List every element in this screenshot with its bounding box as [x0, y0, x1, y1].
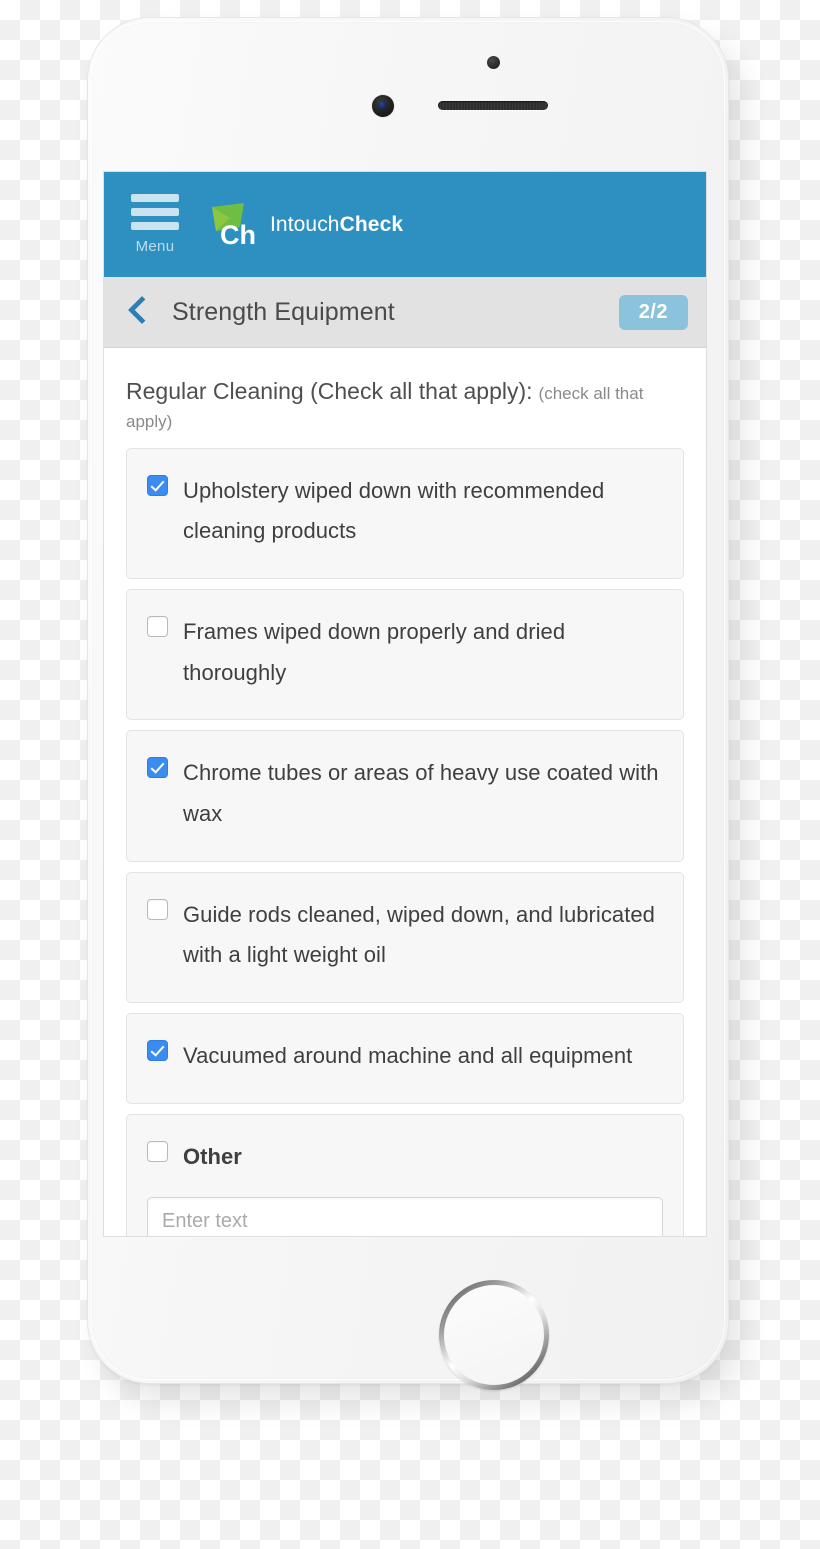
- checkbox-row[interactable]: Chrome tubes or areas of heavy use coate…: [147, 753, 663, 834]
- section-title: Strength Equipment: [172, 297, 395, 326]
- home-button-face: [444, 1285, 544, 1385]
- checkbox-unchecked-icon[interactable]: [147, 898, 168, 920]
- checklist-option-3[interactable]: Chrome tubes or areas of heavy use coate…: [126, 730, 684, 862]
- progress-badge: 2/2: [618, 294, 688, 330]
- earpiece-speaker-grille: [438, 101, 548, 110]
- options-list: Upholstery wiped down with recommended c…: [126, 447, 684, 1236]
- other-text-input[interactable]: [147, 1197, 663, 1236]
- phone-screen: Menu Ch IntouchCheck Strength Equipment …: [104, 172, 706, 1236]
- proximity-sensor-icon: [487, 56, 500, 69]
- checkbox-row[interactable]: Vacuumed around machine and all equipmen…: [147, 1036, 663, 1077]
- option-label: Chrome tubes or areas of heavy use coate…: [183, 760, 659, 826]
- checklist-content: Regular Cleaning (Check all that apply):…: [104, 348, 706, 1236]
- checkbox-checked-icon[interactable]: [147, 1040, 168, 1062]
- back-button[interactable]: [122, 295, 162, 325]
- brand-name-bold: Check: [339, 212, 404, 236]
- brand-logo[interactable]: Ch IntouchCheck: [206, 201, 403, 249]
- checkbox-row[interactable]: Other: [147, 1137, 663, 1178]
- checklist-option-5[interactable]: Vacuumed around machine and all equipmen…: [126, 1013, 684, 1104]
- front-camera-icon: [372, 95, 394, 117]
- checkbox-checked-icon[interactable]: [147, 757, 168, 779]
- checklist-option-4[interactable]: Guide rods cleaned, wiped down, and lubr…: [126, 871, 684, 1004]
- section-nav-bar: Strength Equipment 2/2: [104, 277, 706, 348]
- hamburger-icon: [131, 194, 179, 236]
- svg-text:Ch: Ch: [220, 220, 256, 249]
- question-text: Regular Cleaning (Check all that apply):: [126, 378, 533, 404]
- checklist-option-6[interactable]: Other: [126, 1113, 684, 1236]
- checkbox-unchecked-icon[interactable]: [147, 1140, 168, 1162]
- chevron-left-icon: [127, 295, 157, 324]
- checkbox-row[interactable]: Upholstery wiped down with recommended c…: [147, 471, 663, 552]
- checklist-option-2[interactable]: Frames wiped down properly and dried tho…: [126, 588, 684, 721]
- question-block: Regular Cleaning (Check all that apply):…: [126, 372, 684, 432]
- menu-button-label: Menu: [135, 238, 175, 255]
- checkbox-row[interactable]: Frames wiped down properly and dried tho…: [147, 612, 663, 693]
- option-label: Vacuumed around machine and all equipmen…: [183, 1043, 633, 1069]
- checkbox-checked-icon[interactable]: [147, 474, 168, 496]
- option-label: Guide rods cleaned, wiped down, and lubr…: [183, 901, 655, 968]
- checkbox-row[interactable]: Guide rods cleaned, wiped down, and lubr…: [147, 895, 663, 976]
- checklist-option-1[interactable]: Upholstery wiped down with recommended c…: [126, 447, 684, 579]
- option-label: Other: [183, 1143, 242, 1169]
- intouchcheck-logo-icon: Ch: [206, 201, 258, 249]
- option-label: Frames wiped down properly and dried tho…: [183, 618, 566, 685]
- app-header: Menu Ch IntouchCheck: [104, 172, 706, 277]
- brand-name: IntouchCheck: [270, 213, 403, 237]
- option-label: Upholstery wiped down with recommended c…: [183, 477, 605, 544]
- checkbox-unchecked-icon[interactable]: [147, 615, 168, 637]
- home-button[interactable]: [439, 1280, 549, 1390]
- menu-button[interactable]: Menu: [124, 194, 186, 255]
- brand-name-light: Intouch: [270, 212, 340, 236]
